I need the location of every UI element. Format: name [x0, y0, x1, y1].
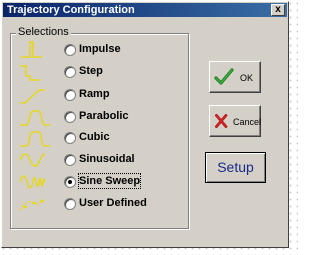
checkmark-icon [214, 68, 234, 85]
user-defined-wave-icon [19, 199, 45, 211]
option-label: Impulse [79, 43, 121, 55]
parabolic-wave-icon [20, 110, 50, 126]
option-sine-sweep[interactable]: Sine Sweep [18, 172, 188, 192]
ramp-wave-icon [20, 89, 45, 104]
option-label: Cubic [79, 131, 110, 143]
sinusoidal-wave-icon [19, 153, 46, 167]
option-label: User Defined [79, 197, 147, 209]
option-cubic[interactable]: Cubic [18, 128, 188, 148]
ramp-radio[interactable] [64, 89, 76, 101]
cubic-wave-icon [20, 131, 50, 147]
option-label: Sine Sweep [77, 173, 142, 189]
step-wave-icon [20, 65, 40, 81]
impulse-wave-icon [21, 41, 42, 58]
option-sinusoidal[interactable]: Sinusoidal [18, 150, 188, 170]
option-parabolic[interactable]: Parabolic [18, 107, 188, 127]
sine-sweep-wave-icon [19, 175, 46, 189]
setup-button[interactable]: Setup [205, 152, 266, 183]
option-label: Parabolic [79, 110, 129, 122]
title-bar[interactable]: Trajectory Configuration x [3, 3, 287, 17]
close-icon: x [275, 4, 281, 15]
cross-icon [215, 114, 228, 128]
option-impulse[interactable]: Impulse [18, 40, 188, 60]
step-radio[interactable] [64, 66, 76, 78]
selections-group-label: Selections [16, 26, 71, 39]
impulse-radio[interactable] [64, 44, 76, 56]
sinusoidal-radio[interactable] [64, 154, 76, 166]
option-label: Sinusoidal [79, 153, 135, 165]
parabolic-radio[interactable] [64, 111, 76, 123]
cubic-radio[interactable] [64, 132, 76, 144]
ok-button[interactable]: OK [209, 61, 261, 93]
sine-sweep-radio[interactable] [64, 176, 76, 188]
option-label: Ramp [79, 88, 110, 100]
option-ramp[interactable]: Ramp [18, 85, 188, 105]
option-step[interactable]: Step [18, 62, 188, 82]
user-defined-radio[interactable] [64, 198, 76, 210]
option-user-defined[interactable]: User Defined [18, 194, 188, 214]
window-title: Trajectory Configuration [7, 4, 135, 16]
close-button[interactable]: x [271, 4, 285, 16]
ok-label: OK [240, 73, 254, 83]
setup-label: Setup [217, 159, 254, 175]
option-label: Step [79, 65, 103, 77]
cancel-label: Cancel [233, 117, 262, 127]
cancel-button[interactable]: Cancel [209, 105, 261, 137]
